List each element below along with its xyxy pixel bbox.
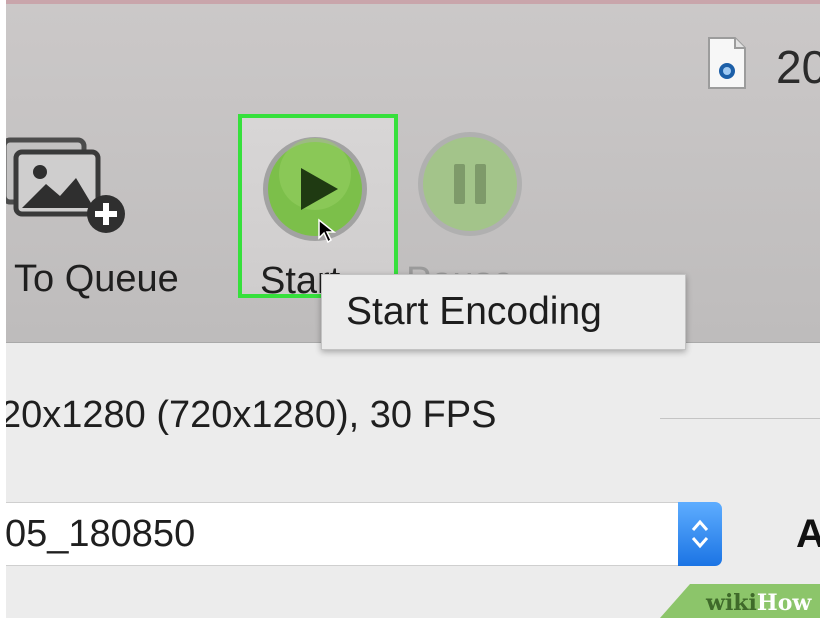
add-to-queue-label: To Queue: [14, 258, 179, 300]
add-to-queue-icon[interactable]: [2, 128, 128, 238]
mouse-cursor-icon: [318, 218, 337, 244]
title-select-value: 05_180850: [5, 513, 196, 555]
source-resolution: 20x1280 (720x1280), 30 FPS: [0, 394, 497, 436]
document-title: 20: [776, 41, 820, 93]
pause-button[interactable]: [414, 128, 526, 240]
mov-document-icon: [708, 37, 746, 89]
tooltip-text: Start Encoding: [346, 290, 602, 333]
handbrake-window: 20 To Queue Start Start Encoding 20x1280…: [0, 0, 820, 618]
play-icon: [263, 137, 367, 241]
separator-line: [660, 418, 820, 419]
select-arrows-icon[interactable]: [678, 502, 722, 566]
title-select-box[interactable]: 05_180850: [0, 502, 680, 566]
title-select[interactable]: 05_180850: [0, 502, 724, 568]
start-encoding-tooltip: Start Encoding: [321, 274, 686, 350]
start-button[interactable]: Start: [238, 114, 398, 302]
wikihow-watermark: wikiHow: [706, 590, 812, 616]
cut-off-label: A: [796, 512, 820, 556]
left-edge: [0, 0, 6, 618]
pause-icon: [418, 132, 522, 236]
window-top-edge: [0, 0, 820, 4]
